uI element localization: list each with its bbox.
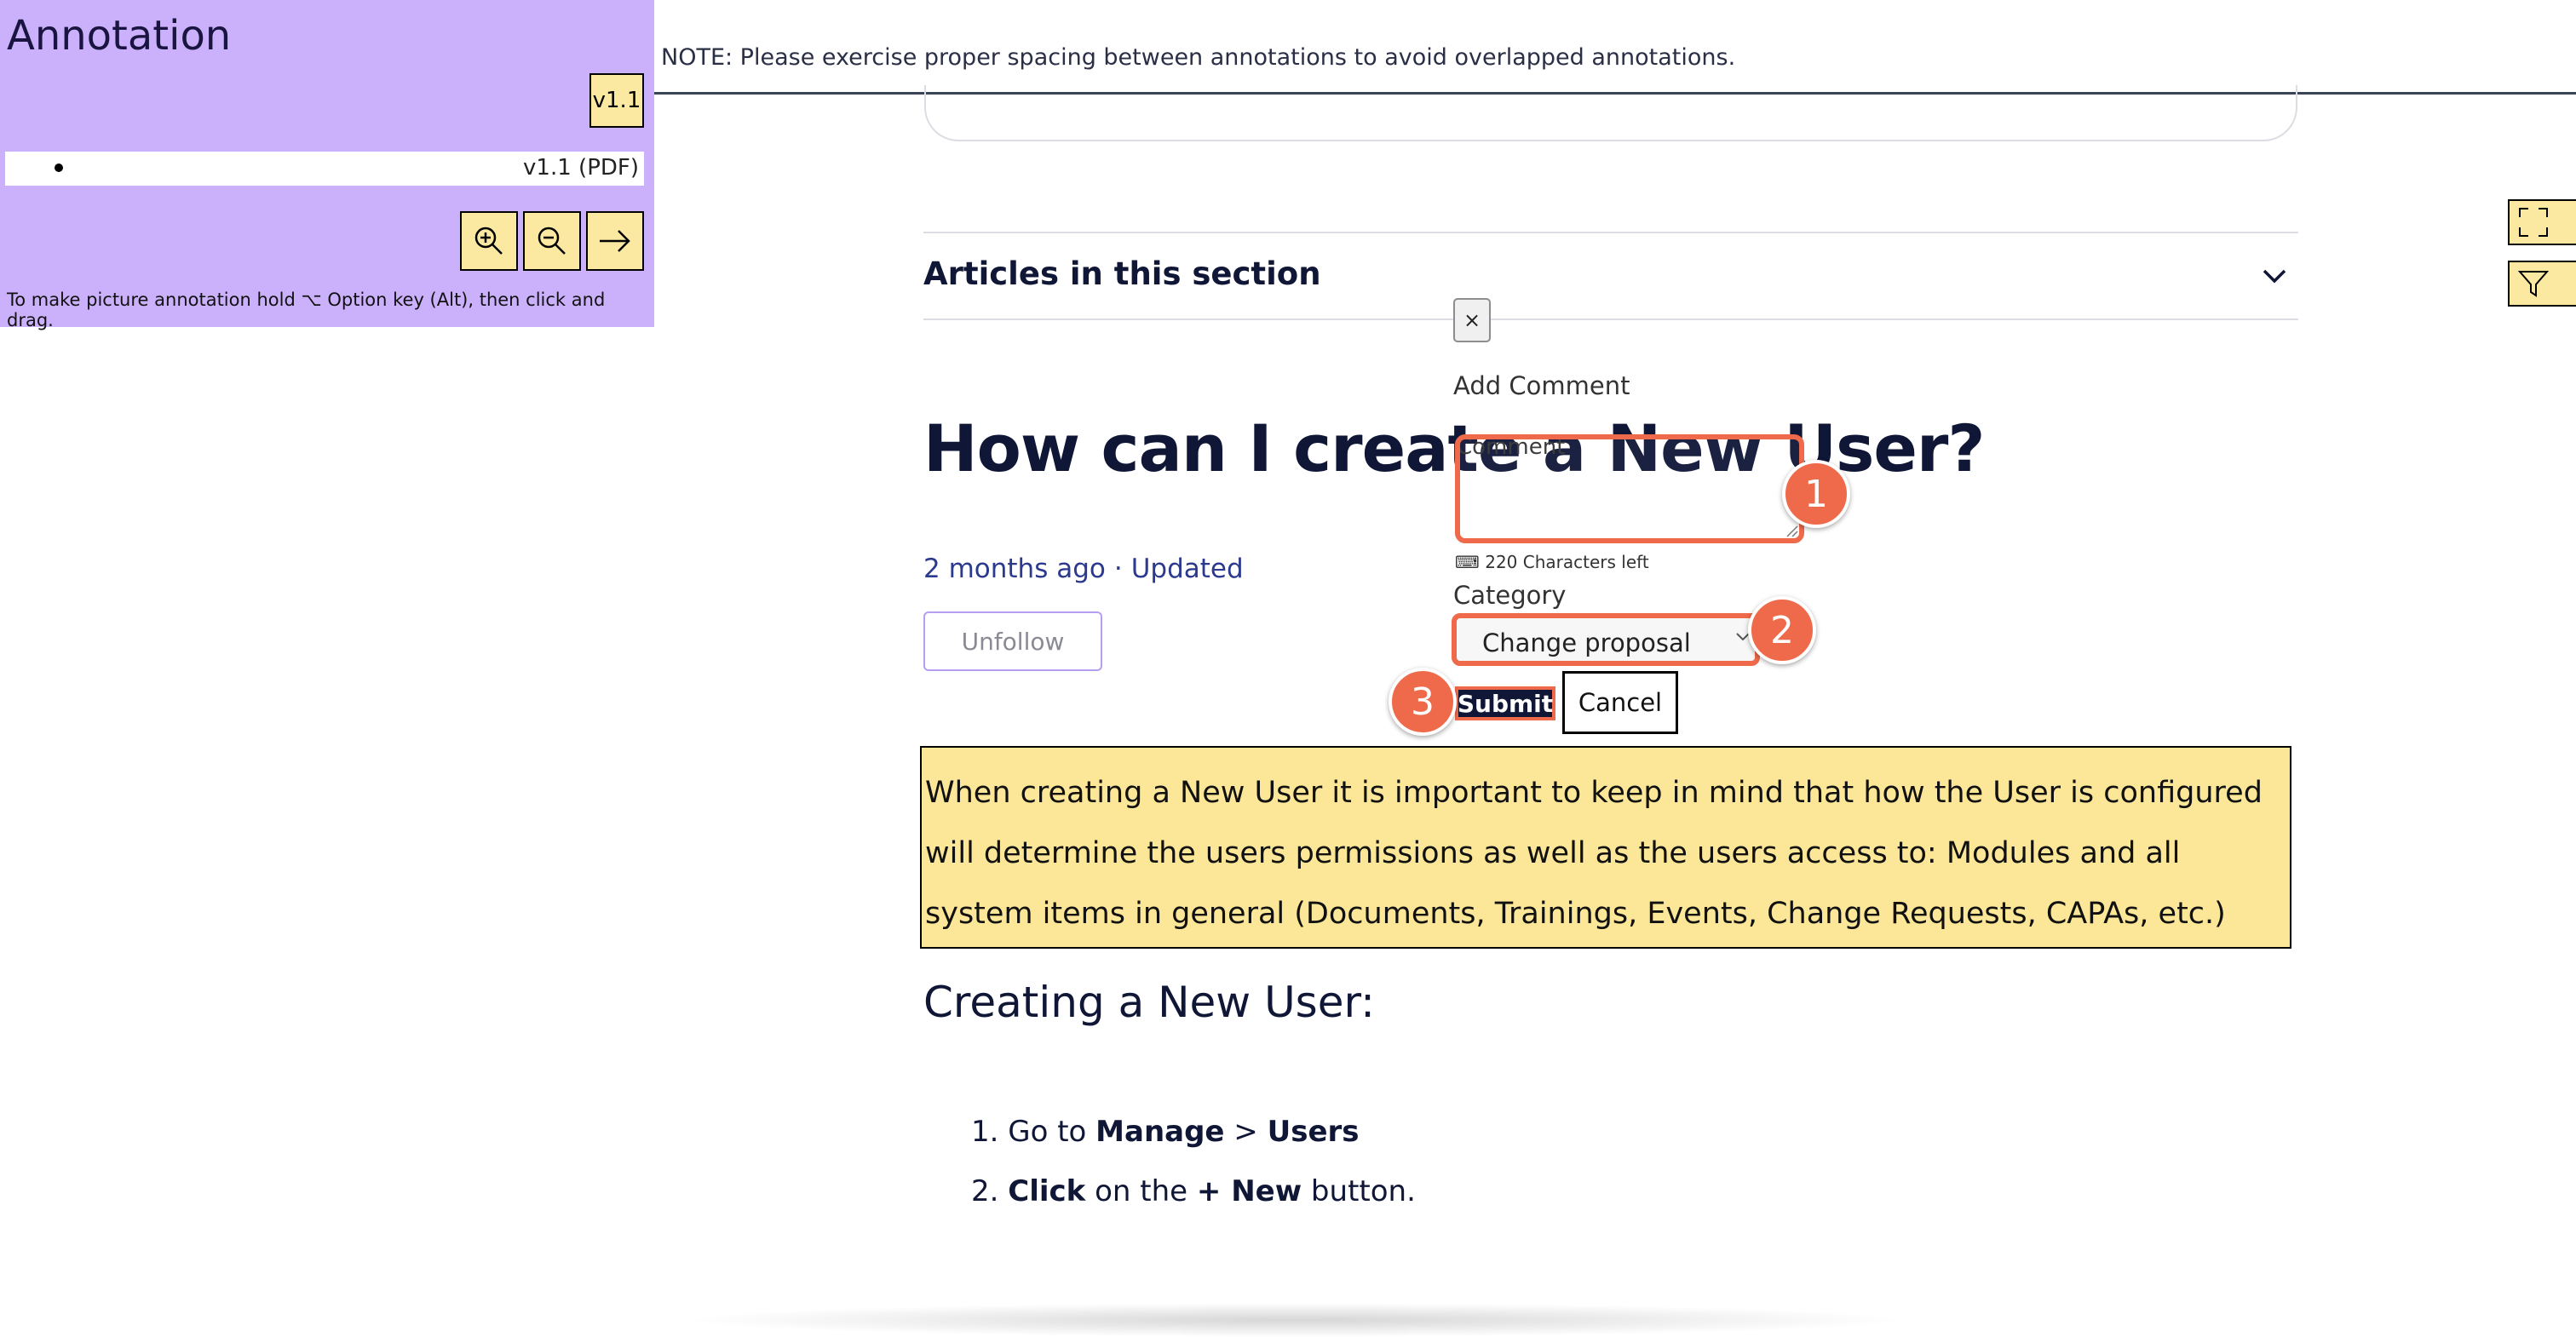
fullscreen-button[interactable]: [2508, 199, 2576, 245]
zoom-out-button[interactable]: [523, 211, 581, 271]
top-card: [924, 85, 2297, 141]
section-divider-top: [923, 232, 2298, 233]
dialog-title: Add Comment: [1453, 371, 1630, 400]
version-item[interactable]: v1.1 (PDF): [523, 155, 639, 181]
chevron-down-icon: [2263, 269, 2286, 284]
submit-button[interactable]: Submit: [1455, 686, 1555, 720]
arrow-right-icon: [600, 230, 630, 252]
next-button[interactable]: [586, 211, 644, 271]
section-subheading: Creating a New User:: [923, 978, 1376, 1027]
close-button[interactable]: ×: [1453, 298, 1491, 342]
cancel-button[interactable]: Cancel: [1562, 671, 1678, 734]
annotation-panel: Annotation v1.1 v1.1 (PDF) To make pictu…: [0, 0, 654, 330]
step-badge-2: 2: [1748, 596, 1816, 664]
resize-grip-icon[interactable]: [1785, 525, 1799, 542]
panel-title: Annotation: [7, 12, 232, 60]
article-meta: 2 months ago · Updated: [923, 554, 1244, 584]
version-button[interactable]: v1.1: [589, 73, 644, 128]
filter-icon: [2517, 271, 2550, 297]
comment-textarea[interactable]: [1455, 434, 1804, 543]
spacing-note: NOTE: Please exercise proper spacing bet…: [661, 44, 1736, 71]
section-divider-bottom: [923, 318, 2298, 320]
annotation-hint: To make picture annotation hold ⌥ Option…: [7, 290, 606, 330]
section-toggle[interactable]: [2257, 261, 2291, 295]
step-badge-3: 3: [1389, 668, 1457, 736]
unfollow-button[interactable]: Unfollow: [923, 611, 1102, 671]
list-item: 2. Click on the + New button.: [971, 1174, 1416, 1208]
characters-left: ⌨ 220 Characters left: [1455, 552, 1649, 572]
zoom-in-button[interactable]: [460, 211, 518, 271]
category-select[interactable]: Change proposal: [1452, 613, 1760, 666]
category-label: Category: [1453, 581, 1567, 610]
meta-time[interactable]: 2 months ago: [923, 554, 1106, 584]
step-badge-1: 1: [1782, 460, 1850, 528]
steps-list: 1. Go to Manage > Users 2. Click on the …: [971, 1102, 1416, 1221]
list-bullet: [55, 164, 63, 172]
meta-separator: ·: [1113, 554, 1123, 584]
highlighted-paragraph: When creating a New User it is important…: [920, 746, 2291, 949]
expand-icon: [2519, 208, 2548, 237]
list-item: 1. Go to Manage > Users: [971, 1115, 1360, 1149]
filter-button[interactable]: [2508, 261, 2576, 307]
section-title[interactable]: Articles in this section: [923, 255, 1321, 292]
bottom-shadow: [681, 1303, 1908, 1337]
zoom-out-icon: [538, 227, 566, 255]
version-list: v1.1 (PDF): [5, 152, 644, 186]
meta-updated: Updated: [1130, 554, 1244, 584]
zoom-in-icon: [474, 227, 503, 255]
